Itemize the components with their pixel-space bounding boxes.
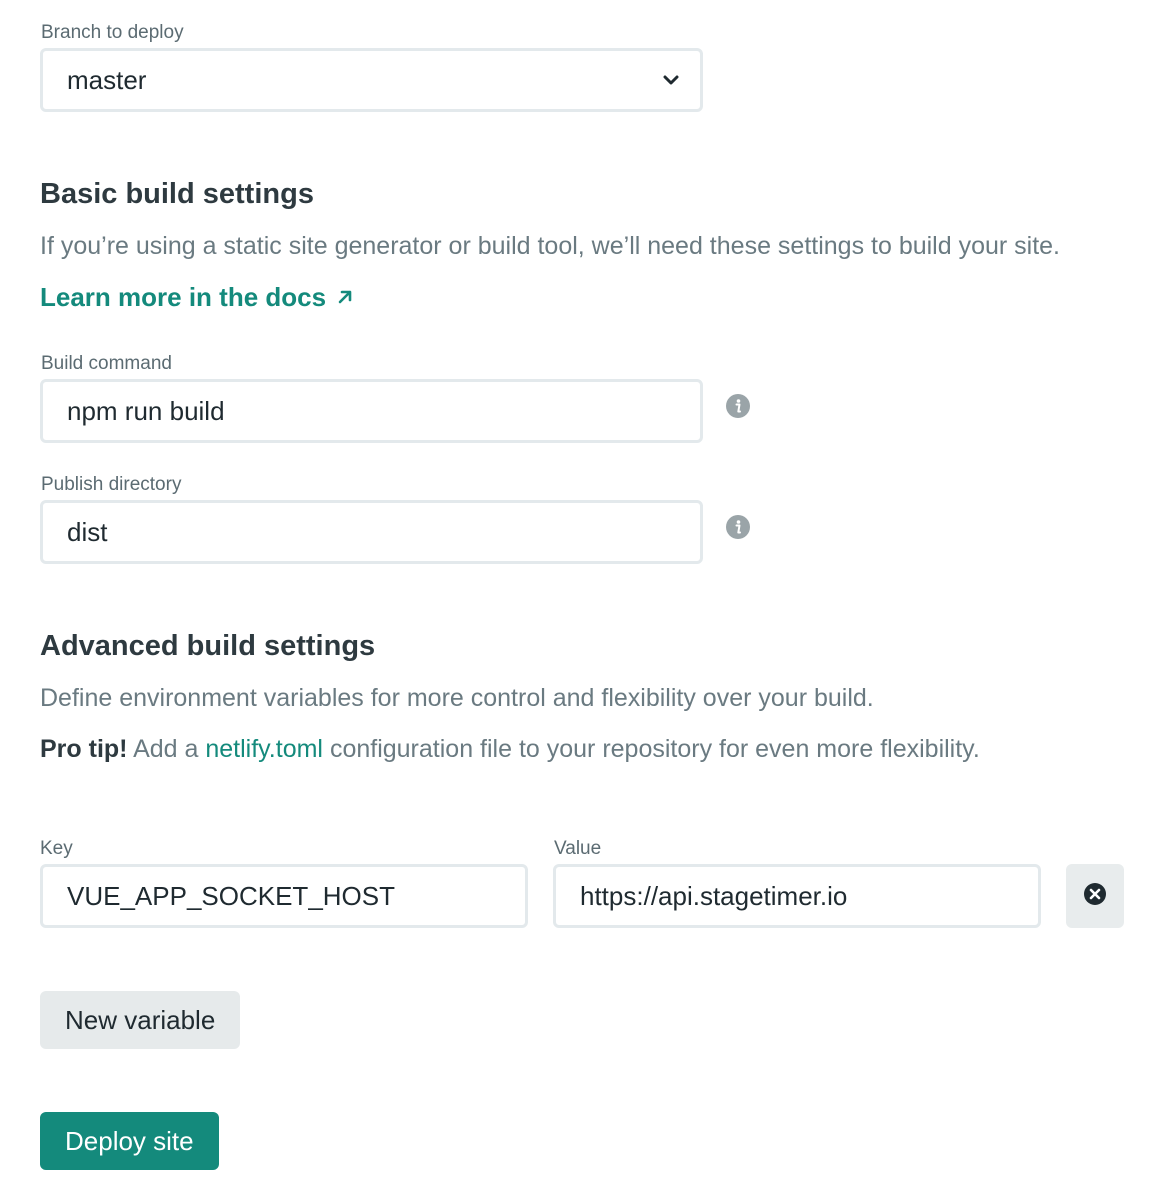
new-variable-label: New variable: [65, 1004, 216, 1035]
pro-tip-text-after: configuration file to your repository fo…: [323, 735, 980, 763]
build-command-input[interactable]: npm run build: [40, 379, 703, 443]
pro-tip: Pro tip! Add a netlify.toml configuratio…: [40, 733, 980, 765]
advanced-settings-description: Define environment variables for more co…: [40, 684, 874, 712]
env-key-value: VUE_APP_SOCKET_HOST: [67, 880, 395, 911]
branch-select-value: master: [67, 64, 147, 95]
build-command-info-icon[interactable]: [726, 394, 750, 418]
remove-variable-button[interactable]: [1066, 864, 1124, 928]
pro-tip-text-before: Add a: [127, 735, 206, 763]
branch-label: Branch to deploy: [41, 22, 184, 43]
external-arrow-icon: [336, 281, 354, 313]
pro-tip-prefix: Pro tip!: [40, 735, 128, 763]
learn-more-docs-link[interactable]: Learn more in the docs: [40, 281, 354, 313]
chevron-down-icon: [660, 69, 682, 91]
basic-settings-title: Basic build settings: [40, 178, 314, 210]
publish-directory-label: Publish directory: [41, 474, 182, 495]
learn-more-docs-label: Learn more in the docs: [40, 282, 327, 312]
publish-directory-info-icon[interactable]: [726, 515, 750, 539]
env-value-label: Value: [554, 838, 602, 859]
netlify-toml-link[interactable]: netlify.toml: [205, 735, 323, 763]
env-value-input[interactable]: https://api.stagetimer.io: [553, 864, 1041, 928]
env-key-label: Key: [40, 838, 73, 859]
build-command-value: npm run build: [67, 395, 225, 426]
deploy-site-button[interactable]: Deploy site: [40, 1112, 219, 1170]
new-variable-button[interactable]: New variable: [40, 991, 241, 1049]
deploy-site-label: Deploy site: [65, 1125, 194, 1156]
branch-select[interactable]: master: [40, 48, 703, 112]
advanced-settings-title: Advanced build settings: [40, 630, 376, 662]
env-key-input[interactable]: VUE_APP_SOCKET_HOST: [40, 864, 528, 928]
build-command-label: Build command: [41, 353, 172, 374]
basic-settings-description: If you’re using a static site generator …: [40, 232, 1061, 260]
close-circle-icon: [1083, 882, 1107, 911]
publish-directory-input[interactable]: dist: [40, 500, 703, 564]
env-value-value: https://api.stagetimer.io: [580, 880, 848, 911]
publish-directory-value: dist: [67, 516, 108, 547]
